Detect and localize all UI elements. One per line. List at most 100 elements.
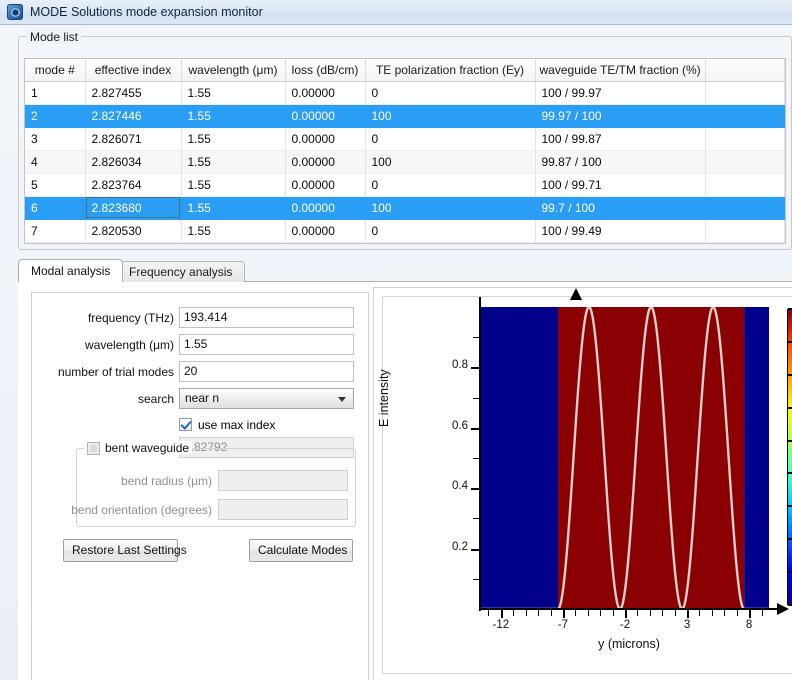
cell-te-polarization-fraction[interactable]: 100: [365, 104, 536, 128]
use-max-index-checkbox[interactable]: [179, 418, 192, 431]
table-row[interactable]: 2 2.827446 1.55 0.00000 100 99.97 / 100: [25, 104, 785, 128]
cell-effective-index[interactable]: 2.823680: [85, 196, 182, 220]
cell-loss[interactable]: 0.00000: [285, 196, 366, 220]
cell-wavelength[interactable]: 1.55: [181, 173, 286, 197]
tab-modal-analysis[interactable]: Modal analysis: [18, 259, 124, 282]
cell-effective-index[interactable]: 2.823764: [85, 173, 182, 197]
table-row[interactable]: 7 2.820530 1.55 0.00000 0 100 / 99.49: [25, 219, 785, 243]
cell-blank[interactable]: [705, 196, 785, 220]
cell-wavelength[interactable]: 1.55: [181, 104, 286, 128]
x-axis-tick-minor: [662, 609, 664, 616]
cell-loss[interactable]: 0.00000: [285, 219, 366, 243]
cell-te-polarization-fraction[interactable]: 0: [365, 219, 536, 243]
x-axis-tick-minor: [513, 609, 515, 616]
column-header-te-polarization-fraction[interactable]: TE polarization fraction (Ey): [365, 59, 536, 82]
cell-blank[interactable]: [705, 150, 785, 174]
column-header-wavelength[interactable]: wavelength (μm): [181, 59, 286, 82]
x-axis-tick-minor: [699, 609, 701, 616]
cell-mode-number[interactable]: 2: [25, 104, 86, 128]
x-axis-tick-minor: [575, 609, 577, 616]
restore-last-settings-button[interactable]: Restore Last Settings: [63, 539, 187, 562]
mode-list-table-container[interactable]: mode # effective index wavelength (μm) l…: [24, 58, 786, 244]
cell-wavelength[interactable]: 1.55: [181, 150, 286, 174]
bend-orientation-input[interactable]: [218, 499, 348, 520]
x-axis-tick-minor: [761, 609, 763, 616]
cell-waveguide-te-tm-fraction[interactable]: 99.7 / 100: [535, 196, 706, 220]
y-axis-label: E intensity: [377, 369, 391, 427]
cell-loss[interactable]: 0.00000: [285, 127, 366, 151]
colorbar-tick: [788, 472, 792, 475]
wavelength-input[interactable]: 1.55: [179, 334, 354, 355]
x-axis-tick-minor: [637, 609, 639, 616]
cell-wavelength[interactable]: 1.55: [181, 196, 286, 220]
cell-loss[interactable]: 0.00000: [285, 150, 366, 174]
cell-waveguide-te-tm-fraction[interactable]: 100 / 99.97: [535, 81, 706, 105]
bend-radius-input[interactable]: [218, 470, 348, 491]
cell-waveguide-te-tm-fraction[interactable]: 100 / 99.87: [535, 127, 706, 151]
bent-waveguide-checkbox[interactable]: [87, 441, 100, 455]
table-row[interactable]: 1 2.827455 1.55 0.00000 0 100 / 99.97: [25, 81, 785, 105]
calculate-modes-button[interactable]: Calculate Modes: [249, 539, 353, 562]
app-logo-icon: [7, 4, 23, 20]
cell-loss[interactable]: 0.00000: [285, 173, 366, 197]
colorbar-tick: [788, 604, 792, 606]
cell-effective-index[interactable]: 2.827455: [85, 81, 182, 105]
cell-mode-number[interactable]: 5: [25, 173, 86, 197]
y-axis-tick-minor: [473, 578, 480, 580]
x-axis-tick-minor: [674, 609, 676, 616]
number-of-trial-modes-input[interactable]: 20: [179, 361, 354, 382]
cell-blank[interactable]: [705, 104, 785, 128]
cell-te-polarization-fraction[interactable]: 100: [365, 150, 536, 174]
plot-canvas[interactable]: 0.2 0.4 0.6 0.8 -12 -7 -2 3 8 E intensity y (mi…: [377, 288, 792, 674]
cell-waveguide-te-tm-fraction[interactable]: 99.87 / 100: [535, 150, 706, 174]
search-dropdown[interactable]: near n: [179, 388, 354, 409]
cell-te-polarization-fraction[interactable]: 100: [365, 196, 536, 220]
column-header-effective-index[interactable]: effective index: [85, 59, 182, 82]
cell-blank[interactable]: [705, 81, 785, 105]
cell-mode-number[interactable]: 3: [25, 127, 86, 151]
column-header-loss[interactable]: loss (dB/cm): [285, 59, 366, 82]
cell-waveguide-te-tm-fraction[interactable]: 100 / 99.71: [535, 173, 706, 197]
region-core: [557, 307, 745, 609]
cell-effective-index[interactable]: 2.826034: [85, 150, 182, 174]
frequency-input[interactable]: 193.414: [179, 307, 354, 328]
cell-wavelength[interactable]: 1.55: [181, 81, 286, 105]
cell-mode-number[interactable]: 4: [25, 150, 86, 174]
y-axis-line: [479, 288, 582, 611]
cell-effective-index[interactable]: 2.827446: [85, 104, 182, 128]
x-axis-tick-major: [687, 609, 690, 618]
use-max-index-row[interactable]: use max index: [179, 414, 275, 435]
cell-te-polarization-fraction[interactable]: 0: [365, 173, 536, 197]
cell-te-polarization-fraction[interactable]: 0: [365, 127, 536, 151]
window-title: MODE Solutions mode expansion monitor: [30, 5, 263, 19]
cell-effective-index[interactable]: 2.826071: [85, 127, 182, 151]
bent-waveguide-toggle[interactable]: bent waveguide: [84, 441, 193, 455]
use-max-index-label: use max index: [198, 417, 276, 432]
table-row[interactable]: 5 2.823764 1.55 0.00000 0 100 / 99.71: [25, 173, 785, 197]
cell-waveguide-te-tm-fraction[interactable]: 100 / 99.49: [535, 219, 706, 243]
cell-blank[interactable]: [705, 219, 785, 243]
table-row[interactable]: 3 2.826071 1.55 0.00000 0 100 / 99.87: [25, 127, 785, 151]
cell-loss[interactable]: 0.00000: [285, 81, 366, 105]
cell-blank[interactable]: [705, 127, 785, 151]
bend-orientation-label: bend orientation (degrees): [71, 502, 212, 517]
x-axis-tick-label: 3: [683, 619, 691, 631]
cell-blank[interactable]: [705, 173, 785, 197]
cell-mode-number[interactable]: 1: [25, 81, 86, 105]
trial-modes-row: number of trial modes 20: [32, 361, 354, 382]
cell-effective-index[interactable]: 2.820530: [85, 219, 182, 243]
column-header-mode-number[interactable]: mode #: [25, 59, 86, 82]
cell-loss[interactable]: 0.00000: [285, 104, 366, 128]
cell-mode-number[interactable]: 6: [25, 196, 86, 220]
tab-frequency-analysis[interactable]: Frequency analysis: [116, 261, 246, 282]
table-row[interactable]: 6 2.823680 1.55 0.00000 100 99.7 / 100: [25, 196, 785, 220]
cell-waveguide-te-tm-fraction[interactable]: 99.97 / 100: [535, 104, 706, 128]
column-header-waveguide-te-tm-fraction[interactable]: waveguide TE/TM fraction (%): [535, 59, 706, 82]
cell-mode-number[interactable]: 7: [25, 219, 86, 243]
table-row[interactable]: 4 2.826034 1.55 0.00000 100 99.87 / 100: [25, 150, 785, 174]
cell-te-polarization-fraction[interactable]: 0: [365, 81, 536, 105]
cell-wavelength[interactable]: 1.55: [181, 219, 286, 243]
x-axis-tick-minor: [525, 609, 527, 616]
column-header-blank[interactable]: [705, 59, 785, 82]
cell-wavelength[interactable]: 1.55: [181, 127, 286, 151]
